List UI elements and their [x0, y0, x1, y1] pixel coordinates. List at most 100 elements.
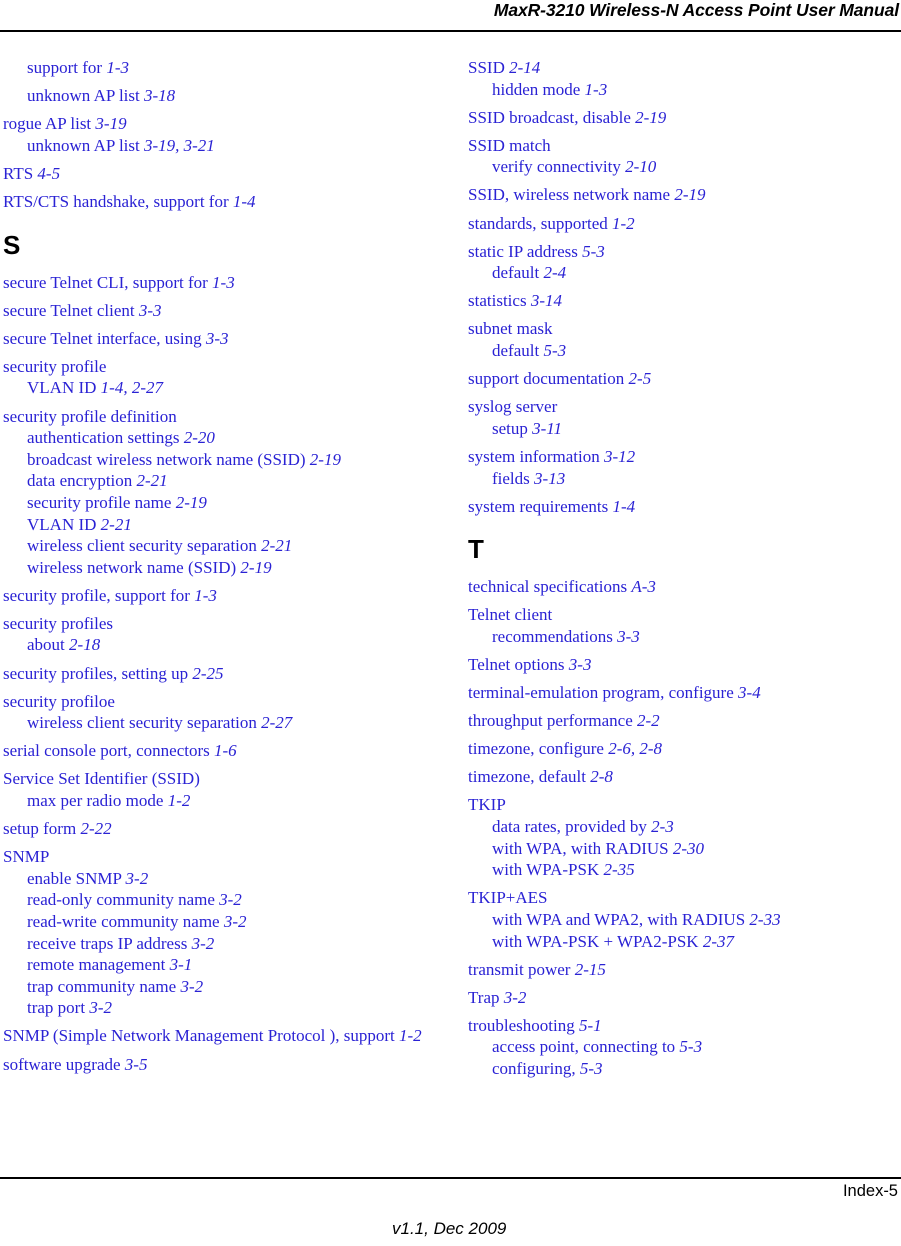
entry-page-reference: 3-5	[124, 1054, 148, 1074]
entry-label: configuring,	[492, 1058, 580, 1078]
index-entry: setup form 2-22	[3, 818, 443, 840]
index-entry-line: technical specifications A-3	[468, 576, 901, 598]
index-entry-line: terminal-emulation program, configure 3-…	[468, 682, 901, 704]
entry-label: setup form	[3, 819, 81, 839]
index-entry: rogue AP list 3-19 unknown AP list 3-19, …	[3, 113, 443, 156]
entry-page-reference: 3-11	[532, 418, 563, 438]
index-subentry-line: fields 3-13	[468, 468, 901, 490]
index-subentry-line: VLAN ID 1-4, 2-27	[3, 377, 443, 399]
index-entry-line: security profile	[3, 356, 443, 378]
entry-label: read-only community name	[27, 890, 220, 910]
entry-label: authentication settings	[27, 428, 184, 448]
entry-page-reference: 3-3	[138, 300, 162, 320]
index-entry-line: Trap 3-2	[468, 987, 901, 1009]
entry-label: support for	[27, 58, 107, 77]
entry-label: VLAN ID	[27, 514, 101, 534]
entry-page-reference: 1-2	[167, 791, 191, 811]
index-entry-line: security profiles, setting up 2-25	[3, 663, 443, 685]
index-entry: Trap 3-2	[468, 987, 901, 1009]
entry-label: trap community name	[27, 976, 181, 996]
entry-label: wireless network name (SSID)	[27, 557, 241, 577]
entry-label: Telnet options	[468, 654, 569, 674]
index-entry: support documentation 2-5	[468, 368, 901, 390]
entry-label: default	[492, 263, 544, 283]
index-entry-line: serial console port, connectors 1-6	[3, 740, 443, 762]
index-entry-line: subnet mask	[468, 318, 901, 340]
index-entry: system requirements 1-4	[468, 496, 901, 518]
entry-label: troubleshooting	[468, 1015, 579, 1035]
entry-page-reference: 2-21	[136, 471, 168, 491]
index-subentry-line: authentication settings 2-20	[3, 427, 443, 449]
index-entry-line: SNMP (Simple Network Management Protocol…	[3, 1025, 443, 1047]
index-entry: timezone, configure 2-6, 2-8	[468, 738, 901, 760]
entry-page-reference: 1-2	[612, 213, 635, 233]
entry-label: support documentation	[468, 369, 629, 389]
entry-page-reference: 1-4	[612, 496, 636, 516]
entry-page-reference: 3-19, 3-21	[143, 135, 215, 155]
index-entry: security profiloe wireless client securit…	[3, 691, 443, 734]
index-subentry-line: with WPA-PSK 2-35	[468, 859, 901, 881]
index-column-right: SSID 2-14 hidden mode 1-3 SSID broadcast, …	[468, 57, 901, 1086]
index-entry: RTS 4-5	[3, 163, 443, 185]
entry-label: Service Set Identifier (SSID)	[3, 769, 200, 789]
index-entry-line: RTS/CTS handshake, support for 1-4	[3, 191, 443, 213]
entry-label: unknown AP list	[27, 86, 144, 106]
index-entry-line: Service Set Identifier (SSID)	[3, 768, 443, 790]
index-subentry-line: default 5-3	[468, 340, 901, 362]
index-entry: statistics 3-14	[468, 290, 901, 312]
entry-label: Trap	[468, 987, 504, 1007]
index-subentry-line: read-write community name 3-2	[3, 911, 443, 933]
entry-label: secure Telnet CLI, support for	[3, 272, 213, 292]
entry-page-reference: 3-2	[503, 987, 527, 1007]
entry-label: read-write community name	[27, 912, 224, 931]
entry-label: secure Telnet interface, using	[3, 328, 206, 348]
entry-label: standards, supported	[468, 213, 613, 233]
index-letter-heading: S	[3, 229, 21, 260]
entry-label: Telnet client	[468, 605, 553, 625]
entry-label: software upgrade	[3, 1054, 125, 1074]
entry-page-reference: 3-2	[223, 912, 247, 931]
entry-label: subnet mask	[468, 319, 553, 339]
entry-label: secure Telnet client	[3, 300, 139, 320]
entry-label: SSID	[468, 58, 510, 77]
entry-page-reference: 2-19	[240, 557, 272, 577]
index-entry-line: statistics 3-14	[468, 290, 901, 312]
index-entry: standards, supported 1-2	[468, 213, 901, 235]
index-entry: SNMP enable SNMP 3-2 read-only community n…	[3, 846, 443, 1019]
index-entry-line: SSID, wireless network name 2-19	[468, 184, 901, 206]
entry-label: SSID match	[468, 135, 551, 155]
index-entry: support for 1-3	[3, 57, 443, 79]
entry-page-reference: 3-13	[534, 468, 566, 488]
entry-label: VLAN ID	[27, 378, 101, 398]
entry-label: verify connectivity	[492, 157, 626, 177]
entry-label: TKIP	[468, 795, 506, 815]
index-entry: terminal-emulation program, configure 3-…	[468, 682, 901, 704]
entry-label: statistics	[468, 291, 531, 311]
index-subentry-line: hidden mode 1-3	[468, 79, 901, 101]
index-subentry-line: receive traps IP address 3-2	[3, 933, 443, 955]
entry-page-reference: 2-20	[183, 428, 215, 448]
index-subentry-line: read-only community name 3-2	[3, 889, 443, 911]
index-entry: secure Telnet CLI, support for 1-3	[3, 272, 443, 294]
entry-label: wireless client security separation	[27, 713, 262, 733]
entry-label: SSID, wireless network name	[468, 185, 675, 205]
entry-label: receive traps IP address	[27, 933, 192, 953]
index-entry: Telnet client recommendations 3-3	[468, 604, 901, 647]
index-entry: static IP address 5-3 default 2-4	[468, 241, 901, 284]
index-entry-line: RTS 4-5	[3, 163, 443, 185]
index-entry-line: system information 3-12	[468, 446, 901, 468]
entry-label: rogue AP list	[3, 114, 96, 134]
index-subentry-line: enable SNMP 3-2	[3, 868, 443, 890]
index-subentry-line: recommendations 3-3	[468, 626, 901, 648]
entry-page-reference: 4-5	[37, 163, 61, 183]
index-subentry-line: with WPA and WPA2, with RADIUS 2-33	[468, 909, 901, 931]
entry-page-reference: 2-10	[625, 157, 657, 177]
entry-label: transmit power	[468, 959, 575, 979]
index-entry-line: security profiles	[3, 613, 443, 635]
entry-label: about	[27, 635, 70, 655]
entry-page-reference: 3-3	[568, 654, 592, 674]
entry-page-reference: A-3	[631, 577, 656, 597]
index-entry-line: security profiloe	[3, 691, 443, 713]
entry-page-reference: 2-19	[175, 492, 207, 512]
index-entry-line: secure Telnet CLI, support for 1-3	[3, 272, 443, 294]
